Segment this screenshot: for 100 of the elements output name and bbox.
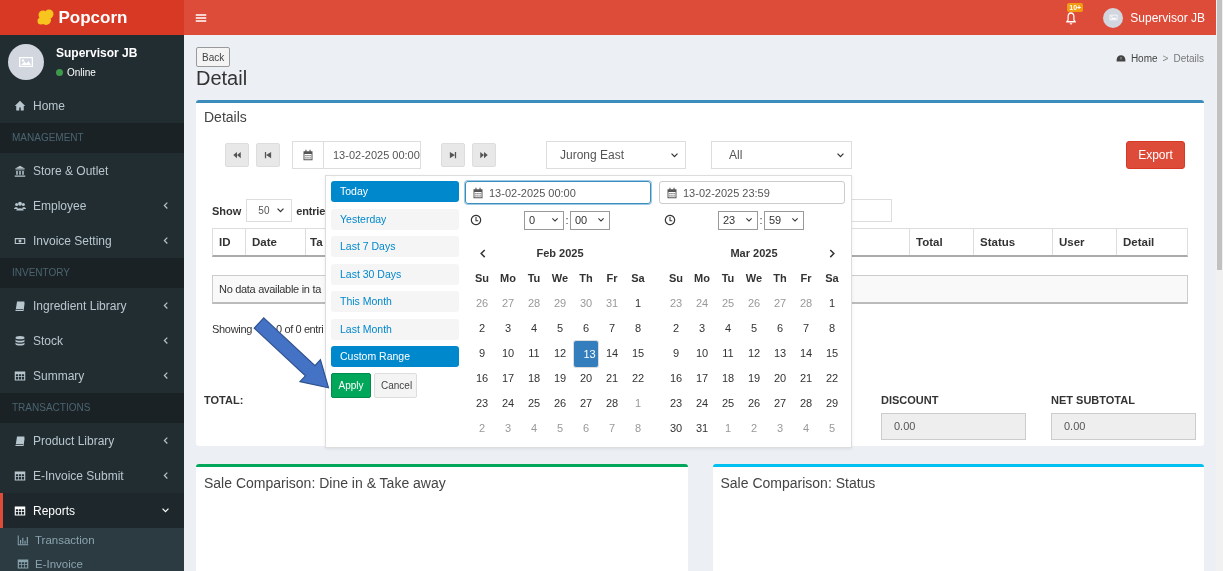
calendar-day[interactable]: 10 (495, 340, 521, 365)
calendar-day[interactable]: 25 (521, 390, 547, 415)
calendar-day[interactable]: 25 (715, 390, 741, 415)
range-option[interactable]: Last Month (331, 318, 459, 340)
nav-item[interactable]: Reports (0, 493, 184, 528)
submenu-item[interactable]: E-Invoice (0, 552, 184, 571)
calendar-day[interactable]: 6 (767, 315, 793, 340)
calendar-day[interactable]: 24 (689, 390, 715, 415)
calendar-day[interactable]: 14 (793, 340, 819, 365)
calendar-day[interactable]: 21 (793, 365, 819, 390)
calendar-day[interactable]: 16 (663, 365, 689, 390)
calendar-day[interactable]: 17 (689, 365, 715, 390)
range-option[interactable]: Custom Range (331, 346, 459, 367)
page-size-select[interactable]: 50 (246, 199, 293, 222)
nav-item[interactable]: Ingredient Library (0, 288, 184, 323)
calendar-day[interactable]: 31 (689, 415, 715, 440)
calendar-day[interactable]: 9 (663, 340, 689, 365)
calendar-day[interactable]: 12 (741, 340, 767, 365)
calendar-day[interactable]: 8 (819, 315, 845, 340)
calendar-day[interactable]: 2 (469, 315, 495, 340)
date-input[interactable]: 13-02-2025 00:00 (465, 181, 651, 204)
previous-button[interactable] (256, 143, 280, 167)
range-option[interactable]: Yesterday (331, 208, 459, 230)
minute-select[interactable]: 59 (764, 210, 804, 230)
range-option[interactable]: This Month (331, 291, 459, 312)
date-field[interactable]: 13-02-2025 00:00 (292, 141, 421, 169)
calendar-day[interactable]: 28 (599, 390, 625, 415)
calendar-day[interactable]: 7 (793, 315, 819, 340)
calendar-day[interactable]: 29 (819, 390, 845, 415)
next-button[interactable] (441, 143, 465, 167)
nav-item[interactable]: E-Invoice Submit (0, 458, 184, 493)
nav-item[interactable]: Employee (0, 188, 184, 223)
menu-icon[interactable] (195, 11, 207, 24)
calendar-day[interactable]: 26 (547, 390, 573, 415)
breadcrumb-link[interactable]: Home (1130, 53, 1158, 64)
range-option[interactable]: Last 7 Days (331, 236, 459, 257)
show-label: Show (212, 204, 242, 217)
calendar-day[interactable]: 27 (767, 390, 793, 415)
calendar-day[interactable]: 4 (715, 315, 741, 340)
nav-item[interactable]: Product Library (0, 423, 184, 458)
calendar-day[interactable]: 17 (495, 365, 521, 390)
calendar-day[interactable]: 5 (741, 315, 767, 340)
calendar-day[interactable]: 12 (547, 340, 573, 365)
calendar-day[interactable]: 4 (521, 315, 547, 340)
calendar-day[interactable]: 3 (495, 315, 521, 340)
nav-item[interactable]: Home (0, 88, 184, 123)
calendar-day[interactable]: 30 (663, 415, 689, 440)
nav-item[interactable]: Summary (0, 358, 184, 393)
submenu-item[interactable]: Transaction (0, 528, 184, 552)
calendar-day[interactable]: 27 (573, 390, 599, 415)
calendar-day[interactable]: 21 (599, 365, 625, 390)
calendar-day[interactable]: 13 (573, 340, 599, 368)
calendar-day[interactable]: 19 (741, 365, 767, 390)
status-select[interactable]: All (711, 141, 852, 169)
calendar-day[interactable]: 22 (819, 365, 845, 390)
calendar-day[interactable]: 24 (495, 390, 521, 415)
nav-item[interactable]: Store & Outlet (0, 153, 184, 188)
date-input[interactable]: 13-02-2025 23:59 (659, 181, 845, 204)
calendar-day[interactable]: 28 (793, 390, 819, 415)
first-button[interactable] (225, 143, 249, 167)
calendar-day[interactable]: 8 (625, 315, 651, 340)
hour-select[interactable]: 23 (718, 210, 758, 230)
calendar-day[interactable]: 19 (547, 365, 573, 390)
range-option[interactable]: Today (331, 181, 459, 202)
outlet-select[interactable]: Jurong East (546, 141, 686, 169)
chevron-left-icon (161, 436, 170, 445)
calendar-day[interactable]: 18 (521, 365, 547, 390)
calendar-day[interactable]: 16 (469, 365, 495, 390)
calendar-day[interactable]: 3 (689, 315, 715, 340)
calendar-day[interactable]: 7 (599, 315, 625, 340)
calendar-day[interactable]: 11 (715, 340, 741, 365)
range-option[interactable]: Last 30 Days (331, 263, 459, 285)
calendar-day[interactable]: 20 (767, 365, 793, 390)
calendar-day[interactable]: 23 (663, 390, 689, 415)
calendar-day[interactable]: 9 (469, 340, 495, 365)
scrollbar[interactable] (1216, 0, 1223, 571)
back-button[interactable]: Back (196, 47, 231, 67)
nav-item[interactable]: Stock (0, 323, 184, 358)
calendar-day[interactable]: 13 (767, 340, 793, 365)
hour-select[interactable]: 0 (524, 210, 564, 230)
user-name[interactable]: Supervisor JB (1130, 10, 1205, 25)
calendar-day[interactable]: 2 (663, 315, 689, 340)
calendar-day[interactable]: 23 (469, 390, 495, 415)
calendar-day[interactable]: 26 (741, 390, 767, 415)
calendar-day[interactable]: 15 (819, 340, 845, 365)
cancel-button[interactable]: Cancel (374, 372, 417, 398)
calendar-day[interactable]: 15 (625, 340, 651, 365)
calendar-day[interactable]: 20 (573, 365, 599, 390)
calendar-day[interactable]: 6 (573, 315, 599, 340)
calendar-day[interactable]: 18 (715, 365, 741, 390)
avatar[interactable] (1103, 7, 1124, 28)
calendar-day[interactable]: 5 (547, 315, 573, 340)
calendar-day[interactable]: 10 (689, 340, 715, 365)
calendar-day[interactable]: 22 (625, 365, 651, 390)
last-button[interactable] (472, 143, 496, 167)
nav-item[interactable]: Invoice Setting (0, 223, 184, 258)
calendar-day[interactable]: 11 (521, 340, 547, 365)
export-button[interactable]: Export (1126, 141, 1185, 169)
calendar-day[interactable]: 14 (599, 340, 625, 365)
minute-select[interactable]: 00 (570, 210, 610, 230)
